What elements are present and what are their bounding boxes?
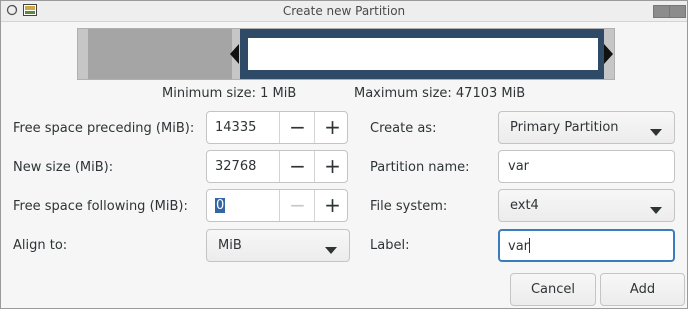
minus-icon[interactable]: −: [279, 151, 315, 182]
text-caret: [529, 238, 531, 253]
chevron-down-icon: [650, 125, 662, 140]
selected-text: 0: [215, 198, 226, 213]
create-as-dropdown[interactable]: Primary Partition: [498, 111, 675, 144]
fs-label-field[interactable]: var: [498, 229, 675, 262]
minimize-icon[interactable]: [653, 5, 670, 18]
free-following-input[interactable]: 0: [207, 190, 279, 221]
new-size-spinner[interactable]: 32768 − +: [206, 150, 348, 183]
free-preceding-input[interactable]: 14335: [207, 112, 279, 143]
new-size-label: New size (MiB):: [13, 160, 114, 175]
create-as-label: Create as:: [370, 121, 437, 136]
maximum-size-label: Maximum size: 47103 MiB: [354, 86, 526, 101]
create-as-value: Primary Partition: [510, 120, 619, 135]
partition-map[interactable]: [77, 28, 615, 80]
free-following-label: Free space following (MiB):: [13, 199, 188, 214]
plus-icon[interactable]: +: [314, 112, 350, 143]
file-system-value: ext4: [510, 198, 539, 213]
right-resize-handle[interactable]: [604, 44, 613, 68]
minus-icon[interactable]: −: [279, 112, 315, 143]
window-title: Create new Partition: [282, 4, 406, 18]
add-button[interactable]: Add: [600, 273, 685, 306]
free-following-spinner[interactable]: 0 − +: [206, 189, 348, 222]
create-partition-dialog: Create new Partition Minimum size: 1 MiB…: [0, 0, 688, 309]
fs-label-value-wrap: var: [508, 238, 531, 254]
free-preceding-spinner[interactable]: 14335 − +: [206, 111, 348, 144]
cancel-button[interactable]: Cancel: [510, 273, 596, 306]
new-partition-block[interactable]: [240, 29, 604, 79]
fs-label-label: Label:: [370, 238, 410, 253]
new-partition-inner: [248, 38, 598, 70]
align-to-label: Align to:: [13, 238, 68, 253]
plus-icon[interactable]: +: [314, 151, 350, 182]
partition-name-field[interactable]: var: [498, 150, 675, 183]
align-to-dropdown[interactable]: MiB: [206, 229, 350, 262]
align-to-value: MiB: [218, 238, 242, 253]
partition-name-label: Partition name:: [370, 160, 470, 175]
left-resize-handle[interactable]: [230, 44, 239, 68]
fs-label-value: var: [508, 239, 530, 254]
chevron-down-icon: [650, 203, 662, 218]
title-bar: Create new Partition: [1, 1, 687, 22]
minimum-size-label: Minimum size: 1 MiB: [162, 86, 297, 101]
chevron-down-icon: [325, 243, 337, 258]
free-space-preceding-block: [88, 29, 232, 79]
free-preceding-label: Free space preceding (MiB):: [13, 121, 195, 136]
maximize-icon[interactable]: [669, 5, 686, 18]
file-system-label: File system:: [370, 199, 448, 214]
file-system-dropdown[interactable]: ext4: [498, 189, 675, 222]
partition-name-value: var: [508, 159, 530, 174]
plus-icon[interactable]: +: [314, 190, 350, 221]
new-size-input[interactable]: 32768: [207, 151, 279, 182]
minus-icon[interactable]: −: [279, 190, 315, 221]
